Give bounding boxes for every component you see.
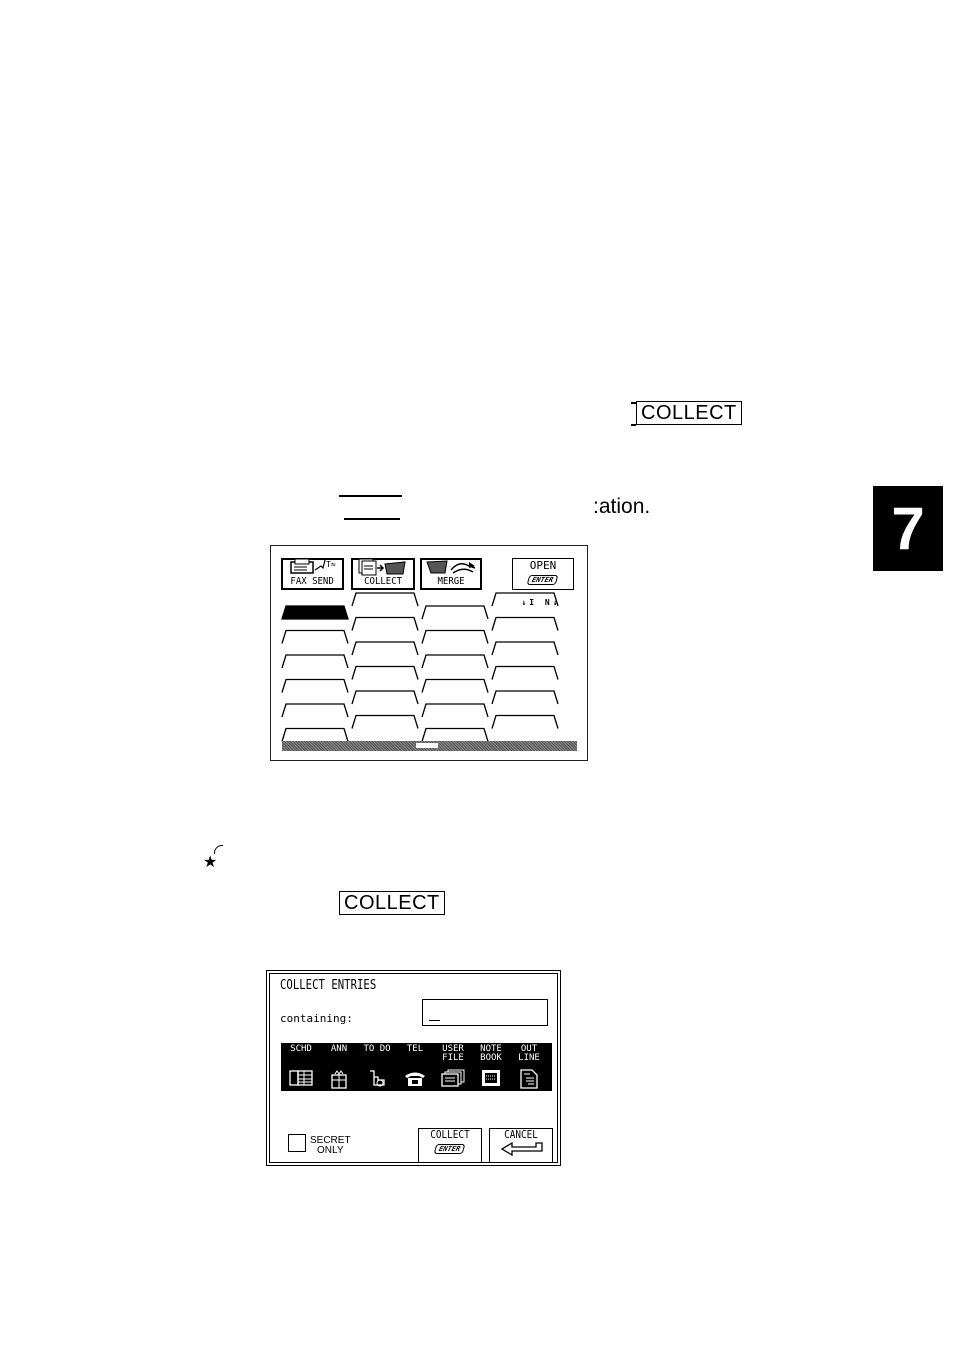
category-outline[interactable]: OUT LINE (511, 1044, 547, 1089)
folder-tab[interactable] (421, 605, 489, 620)
folder-tab[interactable] (421, 654, 489, 669)
folder-tab-selected[interactable] (281, 605, 349, 620)
category-bar: SCHD ANN TO DO TEL USER FILE NOTE BOOK O… (281, 1043, 552, 1091)
folder-tab[interactable] (421, 678, 489, 693)
cancel-button[interactable]: CANCEL (489, 1128, 553, 1163)
star-curl-mark (214, 845, 223, 854)
schedule-icon (288, 1069, 314, 1090)
folder-tab[interactable] (351, 714, 419, 729)
outline-icon (518, 1069, 540, 1092)
secret-label-line2: ONLY (317, 1145, 344, 1156)
folder-tab[interactable] (351, 665, 419, 680)
category-label: NOTE BOOK (480, 1044, 502, 1063)
folder-tab[interactable] (491, 616, 559, 631)
scroll-thumb[interactable] (416, 743, 438, 748)
category-label: TEL (406, 1044, 424, 1054)
telephone-icon (403, 1069, 427, 1090)
folder-tab[interactable] (421, 629, 489, 644)
collect-keycap-bottom: COLLECT (339, 891, 445, 915)
category-schd[interactable]: SCHD (283, 1044, 319, 1086)
category-ann[interactable]: ANN (321, 1044, 357, 1089)
folder-tab[interactable] (351, 616, 419, 631)
category-tel[interactable]: TEL (397, 1044, 433, 1086)
category-label: USER FILE (442, 1044, 464, 1063)
containing-label: containing: (280, 1012, 353, 1025)
secret-only-label: SECRET ONLY (310, 1136, 351, 1156)
return-arrow-icon (498, 1141, 544, 1160)
star-icon: ★ (203, 854, 218, 871)
category-label: ANN (330, 1044, 348, 1054)
cancel-button-label: CANCEL (504, 1128, 538, 1141)
folder-tab[interactable] (491, 641, 559, 656)
underline-rule (344, 518, 400, 520)
underline-rule (339, 495, 402, 497)
category-todo[interactable]: TO DO (359, 1044, 395, 1087)
folder-tab[interactable] (351, 592, 419, 607)
dialog-title: COLLECT ENTRIES (280, 978, 377, 993)
containing-input[interactable] (422, 999, 548, 1026)
folder-tab[interactable] (281, 703, 349, 718)
category-notebook[interactable]: NOTE BOOK (473, 1044, 509, 1086)
collect-entries-dialog: COLLECT ENTRIES containing: SCHD ANN TO … (266, 970, 561, 1166)
collect-dialog-button[interactable]: COLLECT ENTER (418, 1128, 482, 1163)
text-cursor (429, 1019, 440, 1021)
enter-key-icon: ENTER (434, 1144, 466, 1154)
horizontal-scrollbar[interactable] (282, 741, 577, 751)
collect-button-label: COLLECT (430, 1128, 470, 1141)
category-user-file[interactable]: USER FILE (435, 1044, 471, 1087)
index-marker: ↓I N↓ (521, 598, 561, 607)
folder-tab[interactable] (281, 727, 349, 742)
folder-tab[interactable] (351, 641, 419, 656)
collect-keycap-top: COLLECT (636, 401, 742, 425)
secret-only-checkbox[interactable] (288, 1134, 306, 1152)
folder-tab[interactable] (491, 714, 559, 729)
folder-tab[interactable] (421, 703, 489, 718)
user-file-icon (440, 1069, 466, 1090)
folder-tab[interactable] (491, 665, 559, 680)
folder-tab[interactable] (281, 678, 349, 693)
folder-tab[interactable] (281, 654, 349, 669)
partial-text: :ation. (593, 495, 651, 518)
category-label: SCHD (290, 1044, 312, 1054)
anniversary-icon (329, 1069, 349, 1092)
folder-tab[interactable] (491, 690, 559, 705)
folder-tabs (281, 592, 559, 742)
folder-tab[interactable] (421, 727, 489, 742)
category-label: TO DO (363, 1044, 391, 1054)
folder-tab[interactable] (281, 629, 349, 644)
todo-icon (365, 1069, 389, 1092)
notebook-icon (480, 1069, 502, 1090)
filer-screen: T≈ FAX SEND COLLECT MERGE OPEN ENTER ↓I … (270, 545, 588, 761)
chapter-tab: 7 (873, 486, 943, 571)
category-label: OUT LINE (518, 1044, 540, 1063)
folder-tab[interactable] (351, 690, 419, 705)
